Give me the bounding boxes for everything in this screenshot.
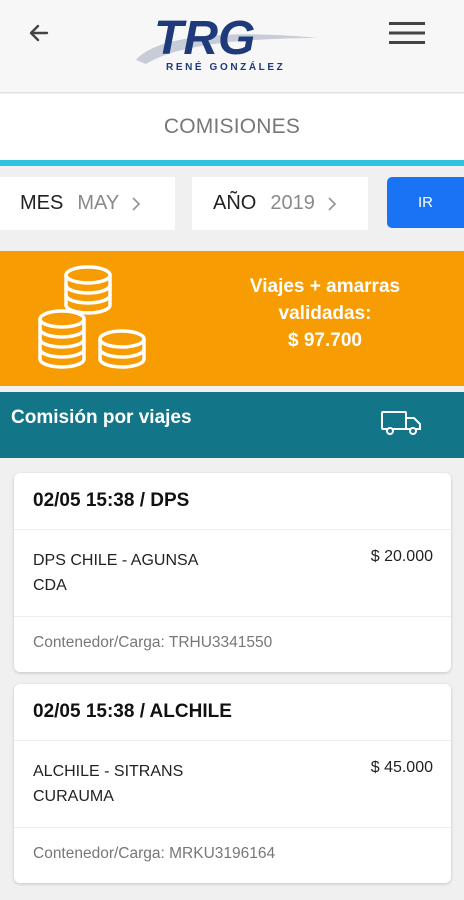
year-selector[interactable]: AÑO 2019 <box>192 177 368 230</box>
go-button[interactable]: IR <box>387 177 464 228</box>
divider <box>14 740 451 741</box>
summary-amount: $ 97.700 <box>288 330 362 351</box>
month-selector[interactable]: MES MAY <box>0 177 175 230</box>
section-title: Comisión por viajes <box>11 407 192 428</box>
page-title-bar: COMISIONES <box>0 94 464 160</box>
month-label: MES <box>20 192 64 214</box>
chevron-right-icon <box>131 196 141 212</box>
logo-text: TRG <box>154 12 255 65</box>
trip-route: ALCHILE - SITRANS CURAUMA <box>33 763 184 805</box>
delivery-truck-icon <box>381 411 421 435</box>
trip-header: 02/05 15:38 / ALCHILE <box>33 701 232 722</box>
divider <box>14 827 451 828</box>
trip-amount: $ 45.000 <box>370 759 433 776</box>
summary-line-2: validadas: <box>278 303 372 324</box>
month-value: MAY <box>77 192 120 214</box>
summary-line-1: Viajes + amarras <box>249 276 401 297</box>
hamburger-menu-icon <box>389 22 425 44</box>
commission-summary: Viajes + amarras validadas: $ 97.700 <box>0 251 464 386</box>
divider <box>14 616 451 617</box>
coins-stack-icon <box>38 265 146 369</box>
trip-container: Contenedor/Carga: TRHU3341550 <box>33 634 273 651</box>
menu-button[interactable] <box>384 14 430 52</box>
back-button[interactable] <box>22 16 56 50</box>
trip-card[interactable]: 02/05 15:38 / DPS DPS CHILE - AGUNSA CDA… <box>14 473 451 672</box>
page-title: COMISIONES <box>163 115 301 138</box>
divider <box>14 529 451 530</box>
arrow-left-icon <box>29 24 49 42</box>
app-bar: TRG RENÉ GONZÁLEZ <box>0 0 464 93</box>
logo-subtitle: RENÉ GONZÁLEZ <box>166 62 286 73</box>
year-label: AÑO <box>213 192 257 214</box>
trip-header: 02/05 15:38 / DPS <box>33 490 190 511</box>
trip-amount: $ 20.000 <box>370 548 433 565</box>
trip-route: DPS CHILE - AGUNSA CDA <box>33 552 198 594</box>
summary-text: Viajes + amarras validadas: $ 97.700 <box>220 273 430 354</box>
year-value: 2019 <box>270 192 315 214</box>
trip-container: Contenedor/Carga: MRKU3196164 <box>33 845 276 862</box>
trip-card[interactable]: 02/05 15:38 / ALCHILE ALCHILE - SITRANS … <box>14 684 451 883</box>
chevron-right-icon <box>327 196 337 212</box>
accent-divider <box>0 160 464 166</box>
